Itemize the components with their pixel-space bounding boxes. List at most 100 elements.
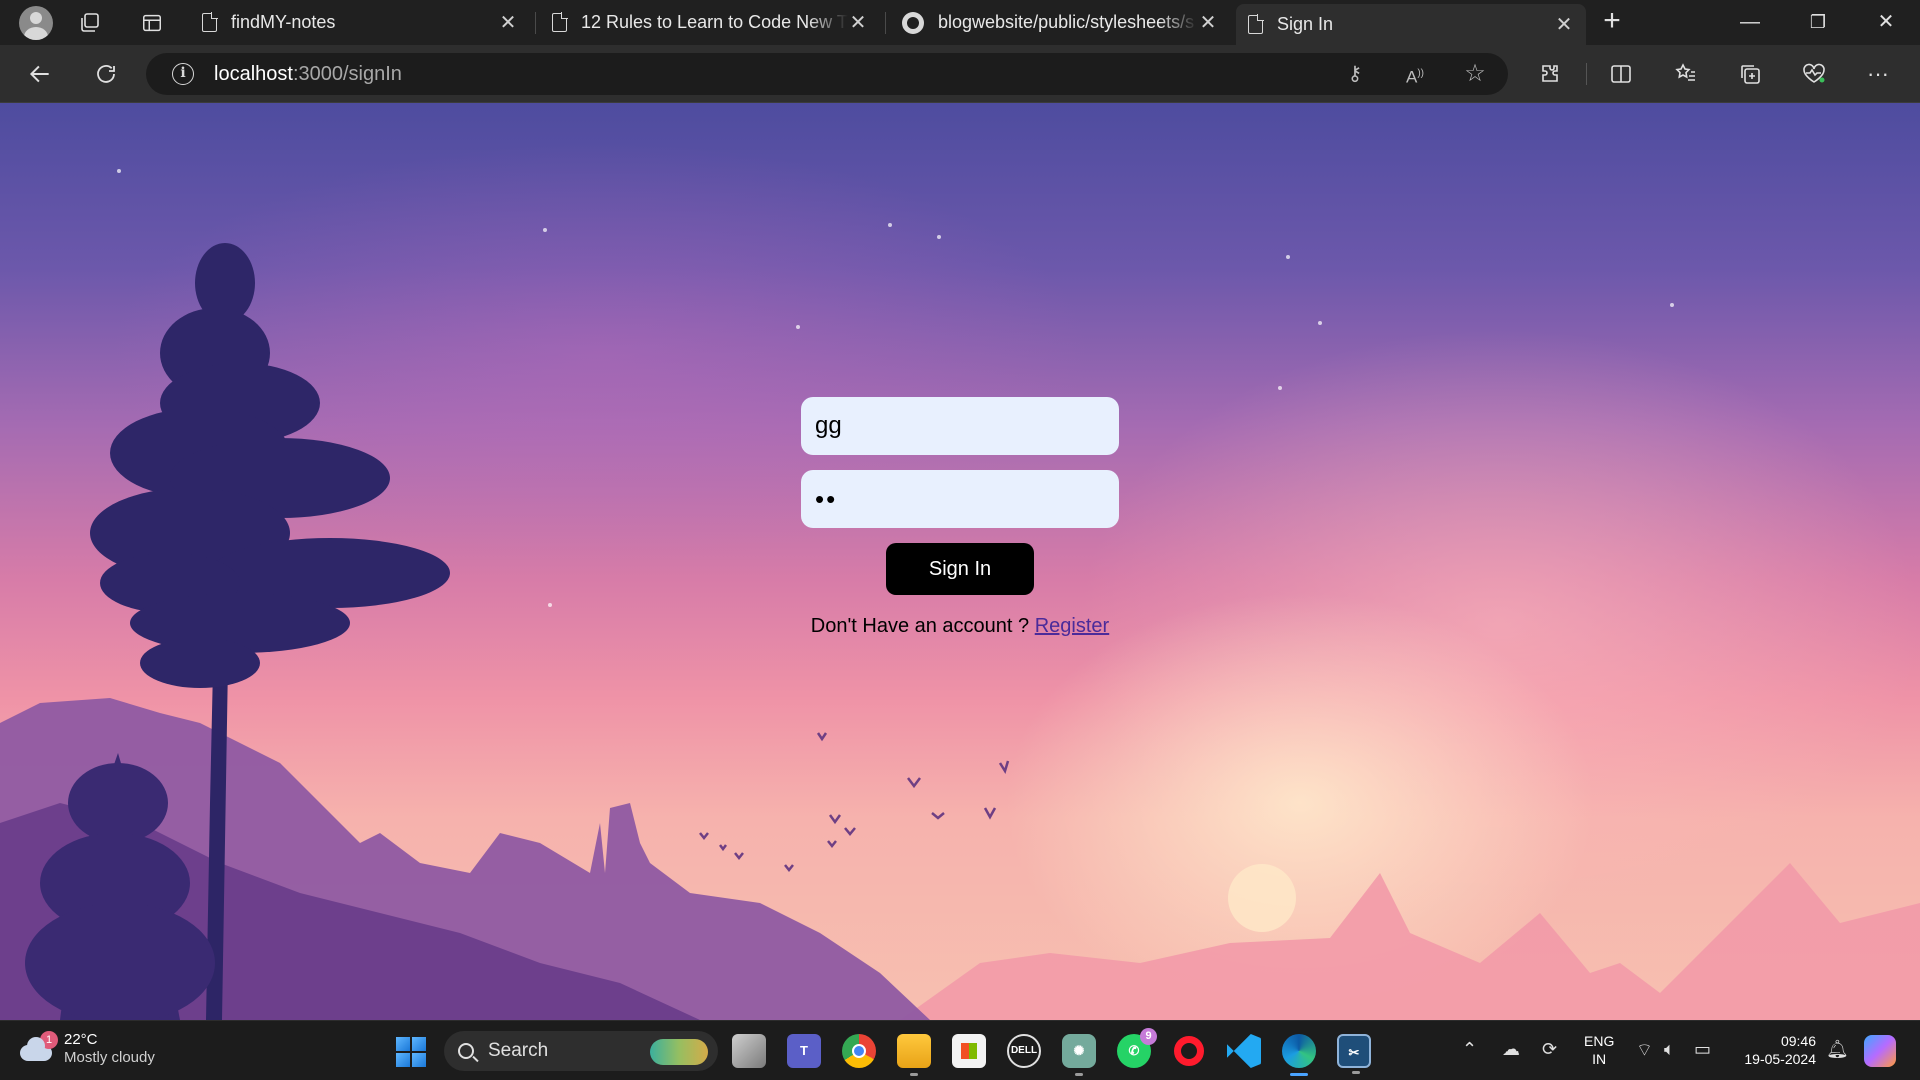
language-code: ENG bbox=[1584, 1033, 1615, 1049]
extensions-button[interactable] bbox=[1530, 54, 1570, 94]
onedrive-warning-icon[interactable]: ☁ bbox=[1502, 1039, 1520, 1060]
weather-widget[interactable]: 1 22°C Mostly cloudy bbox=[18, 1031, 155, 1067]
sign-in-button[interactable]: Sign In bbox=[886, 543, 1034, 595]
close-tab-icon[interactable]: ✕ bbox=[498, 10, 518, 35]
password-input[interactable]: •• bbox=[801, 470, 1119, 528]
snipping-tool-icon[interactable]: ✂ bbox=[1337, 1034, 1371, 1074]
whatsapp-badge: 9 bbox=[1140, 1028, 1157, 1045]
workspaces-button[interactable] bbox=[68, 0, 112, 45]
tab-title: Sign In bbox=[1277, 14, 1334, 34]
sun bbox=[1228, 864, 1296, 932]
file-explorer-icon[interactable] bbox=[897, 1034, 931, 1076]
close-tab-icon[interactable]: ✕ bbox=[1198, 10, 1218, 35]
windows-logo-icon bbox=[396, 1037, 410, 1051]
clock-time: 09:46 bbox=[1780, 1033, 1816, 1049]
back-button[interactable] bbox=[20, 54, 60, 94]
weather-badge: 1 bbox=[40, 1031, 58, 1049]
signin-page: •• Sign In Don't Have an account ? Regis… bbox=[0, 103, 1920, 1020]
minimize-button[interactable]: — bbox=[1716, 0, 1784, 45]
password-key-icon[interactable]: ⚷ bbox=[1338, 58, 1372, 92]
taskbar-search[interactable]: Search bbox=[444, 1031, 718, 1071]
tab-title: findMY-notes bbox=[231, 12, 336, 32]
windows-logo-icon bbox=[396, 1053, 410, 1067]
tab-blogwebsite[interactable]: blogwebsite/public/stylesheets/s ✕ bbox=[890, 4, 1230, 41]
weather-temperature: 22°C bbox=[64, 1031, 98, 1048]
page-icon bbox=[1248, 14, 1264, 34]
url-host: localhost bbox=[214, 62, 293, 85]
restore-button[interactable]: ❐ bbox=[1784, 0, 1852, 45]
teams-icon[interactable]: T bbox=[787, 1034, 821, 1068]
search-label: Search bbox=[488, 1040, 549, 1061]
taskbar: 1 22°C Mostly cloudy Search T DELL ✺ ✆ 9 … bbox=[0, 1020, 1920, 1080]
language-region: IN bbox=[1592, 1051, 1607, 1067]
tab-sign-in[interactable]: Sign In ✕ bbox=[1236, 4, 1586, 45]
show-hidden-icons-chevron-icon[interactable]: ⌃ bbox=[1462, 1039, 1477, 1060]
address-bar[interactable]: i localhost:3000/signIn ⚷ A)) ☆ bbox=[146, 53, 1508, 95]
page-icon bbox=[552, 12, 568, 32]
vscode-icon[interactable] bbox=[1227, 1034, 1261, 1068]
wifi-icon[interactable]: ⌔ bbox=[1636, 1039, 1653, 1062]
edge-icon[interactable] bbox=[1282, 1034, 1316, 1076]
register-link[interactable]: Register bbox=[1035, 615, 1109, 637]
sync-icon[interactable]: ⟳ bbox=[1542, 1039, 1557, 1060]
extensions-puzzle-icon bbox=[1542, 65, 1558, 82]
close-window-button[interactable]: ✕ bbox=[1852, 0, 1920, 45]
weather-condition: Mostly cloudy bbox=[64, 1049, 155, 1066]
search-highlight-icon bbox=[650, 1039, 708, 1065]
windows-logo-icon bbox=[412, 1053, 426, 1067]
read-aloud-icon[interactable]: A)) bbox=[1398, 58, 1432, 92]
username-input[interactable] bbox=[801, 397, 1119, 455]
tab-separator bbox=[535, 12, 536, 34]
task-view-icon[interactable] bbox=[732, 1034, 766, 1068]
page-icon bbox=[202, 12, 218, 32]
new-tab-button[interactable]: + bbox=[1592, 4, 1632, 41]
tab-findmy-notes[interactable]: findMY-notes ✕ bbox=[190, 4, 530, 41]
collections-button[interactable] bbox=[1730, 54, 1770, 94]
language-indicator[interactable]: ENG IN bbox=[1584, 1032, 1614, 1068]
tab-12-rules[interactable]: 12 Rules to Learn to Code New T ✕ bbox=[540, 4, 880, 41]
tab-strip: findMY-notes ✕ 12 Rules to Learn to Code… bbox=[0, 0, 1920, 45]
close-tab-icon[interactable]: ✕ bbox=[1554, 12, 1574, 37]
toolbar-separator bbox=[1586, 63, 1587, 85]
microsoft-store-icon[interactable] bbox=[952, 1034, 986, 1068]
profile-avatar-icon bbox=[19, 5, 53, 40]
site-info-icon[interactable]: i bbox=[172, 63, 194, 85]
bird-flock bbox=[699, 732, 1010, 873]
battery-icon[interactable]: ▭ bbox=[1694, 1039, 1711, 1060]
back-arrow-icon bbox=[29, 65, 49, 83]
more-options-icon[interactable]: ··· bbox=[1858, 54, 1898, 94]
split-screen-icon bbox=[1611, 65, 1631, 83]
cloudy-weather-icon: 1 bbox=[18, 1031, 58, 1061]
collections-icon bbox=[1741, 65, 1760, 84]
system-clock[interactable]: 09:46 19-05-2024 bbox=[1730, 1032, 1816, 1068]
refresh-button[interactable] bbox=[86, 54, 126, 94]
profile-button[interactable] bbox=[0, 0, 58, 45]
volume-icon[interactable]: 🔈︎ bbox=[1664, 1039, 1675, 1060]
windows-logo-icon bbox=[412, 1037, 426, 1051]
workspaces-icon bbox=[81, 12, 99, 32]
search-icon bbox=[458, 1043, 474, 1059]
browser-essentials-button[interactable] bbox=[1794, 54, 1834, 94]
refresh-icon bbox=[97, 65, 115, 83]
tab-title: 12 Rules to Learn to Code New T bbox=[581, 12, 848, 32]
url-path: :3000/signIn bbox=[292, 62, 402, 85]
chrome-icon[interactable] bbox=[842, 1034, 876, 1068]
start-button[interactable] bbox=[396, 1037, 426, 1067]
tall-pine-tree bbox=[90, 243, 450, 688]
favorite-star-icon[interactable]: ☆ bbox=[1458, 58, 1492, 92]
dell-icon[interactable]: DELL bbox=[1007, 1034, 1041, 1068]
split-screen-button[interactable] bbox=[1601, 54, 1641, 94]
close-tab-icon[interactable]: ✕ bbox=[848, 10, 868, 35]
whatsapp-icon[interactable]: ✆ 9 bbox=[1117, 1028, 1157, 1068]
vertical-tabs-icon bbox=[143, 14, 161, 31]
opera-icon[interactable] bbox=[1172, 1034, 1206, 1068]
copilot-icon[interactable] bbox=[1864, 1035, 1896, 1067]
url-text[interactable]: localhost:3000/signIn bbox=[214, 63, 402, 86]
heart-pulse-icon bbox=[1803, 63, 1825, 83]
chatgpt-icon[interactable]: ✺ bbox=[1062, 1034, 1096, 1076]
favorites-button[interactable] bbox=[1666, 54, 1706, 94]
vertical-tabs-button[interactable] bbox=[130, 0, 174, 45]
github-icon bbox=[902, 11, 924, 34]
notification-bell-icon[interactable]: 🔔︎ bbox=[1826, 1039, 1849, 1060]
favorites-list-icon bbox=[1675, 63, 1695, 81]
